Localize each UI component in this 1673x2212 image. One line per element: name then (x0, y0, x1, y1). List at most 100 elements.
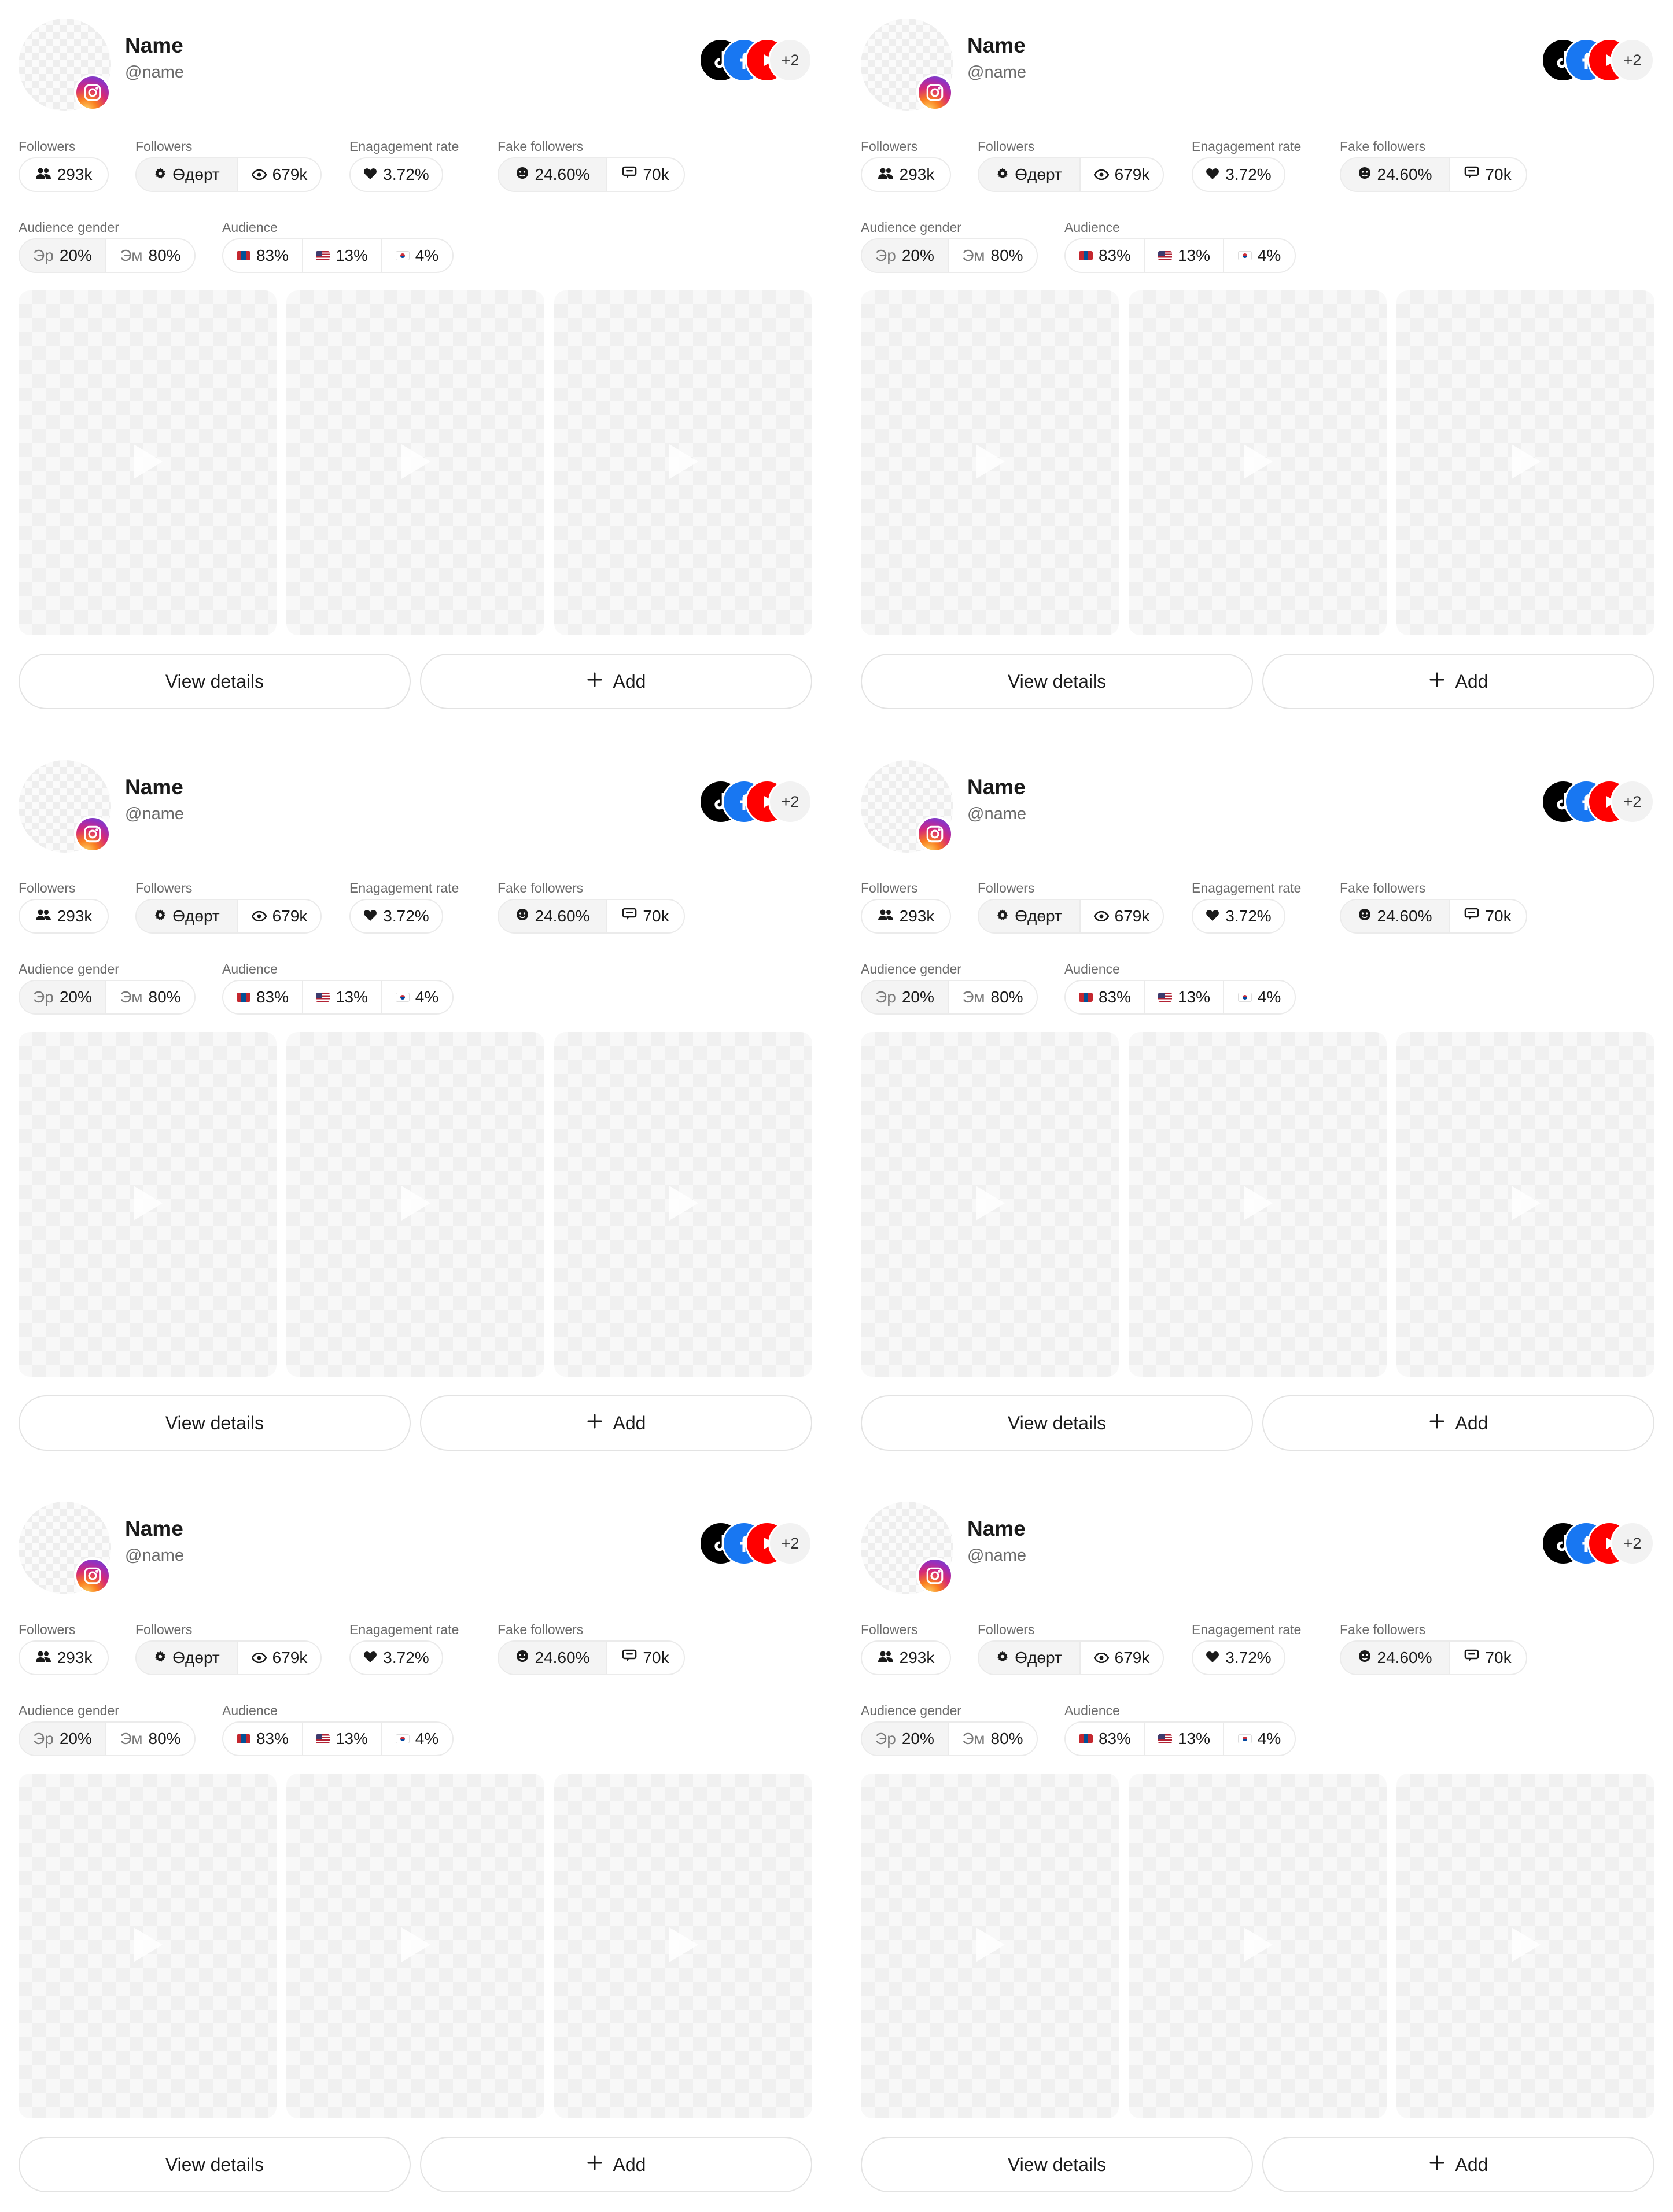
engagement-pill: 3.72% (1192, 157, 1285, 192)
instagram-icon (916, 74, 953, 111)
media-thumbnail[interactable] (1129, 1774, 1387, 2118)
social-platforms[interactable]: +2 (699, 1521, 812, 1565)
more-platforms-badge[interactable]: +2 (1611, 1521, 1654, 1565)
female-stat: Эм 80% (948, 1723, 1037, 1755)
more-platforms-badge[interactable]: +2 (1611, 780, 1654, 824)
media-thumbnail[interactable] (1396, 290, 1654, 635)
male-label: Эр (33, 246, 54, 264)
chat-icon (622, 1649, 637, 1667)
add-button[interactable]: Add (1262, 2137, 1654, 2192)
daily-label: Өдөрт (1015, 165, 1062, 183)
view-details-label: View details (165, 1412, 264, 1433)
views-stat: 679k (237, 1642, 320, 1674)
more-platforms-badge[interactable]: +2 (768, 780, 812, 824)
media-thumbnail[interactable] (1129, 290, 1387, 635)
fake-count-stat: 70k (606, 1642, 684, 1674)
more-platforms-badge[interactable]: +2 (1611, 38, 1654, 82)
usa-flag-icon (1158, 251, 1172, 260)
male-value: 20% (901, 988, 934, 1006)
views-label: Followers (978, 880, 1035, 895)
female-value: 80% (990, 1730, 1023, 1748)
media-thumbnail[interactable] (1129, 1032, 1387, 1377)
media-thumbnail[interactable] (286, 290, 544, 635)
profile-name[interactable]: Name (967, 775, 1026, 799)
audience-pill: 83% 13% 4% (1064, 1721, 1296, 1756)
view-details-button[interactable]: View details (19, 654, 411, 709)
followers-pill: 293k (861, 899, 951, 934)
audience-gender-label: Audience gender (19, 961, 119, 976)
female-value: 80% (990, 988, 1023, 1006)
media-thumbnail[interactable] (861, 1774, 1119, 2118)
fake-count-stat: 70k (606, 900, 684, 932)
media-thumbnail[interactable] (19, 290, 277, 635)
media-thumbnail[interactable] (554, 1032, 812, 1377)
media-thumbnail[interactable] (19, 1032, 277, 1377)
female-label: Эм (120, 1730, 143, 1748)
followers-stat: 293k (862, 1642, 950, 1674)
audience-label: Audience (222, 961, 278, 976)
add-button[interactable]: Add (1262, 1395, 1654, 1451)
media-thumbnail[interactable] (19, 1774, 277, 2118)
views-label: Followers (135, 139, 193, 154)
instagram-icon (74, 816, 111, 853)
audience-label: Audience (1064, 220, 1120, 235)
face-icon (515, 165, 529, 184)
more-platforms-badge[interactable]: +2 (768, 1521, 812, 1565)
media-thumbnail[interactable] (1396, 1032, 1654, 1377)
play-icon (1241, 1926, 1274, 1966)
daily-label: Өдөрт (1015, 1649, 1062, 1667)
engagement-stat: 3.72% (1193, 1642, 1284, 1674)
male-label: Эр (33, 988, 54, 1006)
korea-flag-icon (1237, 993, 1252, 1002)
add-button[interactable]: Add (420, 2137, 812, 2192)
media-thumbnail[interactable] (554, 1774, 812, 2118)
media-thumbnail[interactable] (861, 290, 1119, 635)
audience-mn: 83% (223, 239, 302, 272)
followers-pill: 293k (861, 1640, 951, 1675)
add-button[interactable]: Add (420, 1395, 812, 1451)
social-platforms[interactable]: +2 (1541, 780, 1654, 824)
users-icon (35, 165, 51, 184)
add-button[interactable]: Add (420, 654, 812, 709)
gear-icon (154, 1649, 167, 1667)
audience-us-value: 13% (1177, 988, 1211, 1006)
add-button[interactable]: Add (1262, 654, 1654, 709)
view-details-button[interactable]: View details (861, 654, 1253, 709)
followers-pill: 293k (19, 157, 109, 192)
usa-flag-icon (315, 993, 330, 1002)
view-details-button[interactable]: View details (19, 2137, 411, 2192)
add-label: Add (1455, 1412, 1488, 1433)
play-icon (1509, 1926, 1542, 1966)
social-platforms[interactable]: +2 (1541, 1521, 1654, 1565)
profile-name[interactable]: Name (125, 34, 183, 58)
users-icon (35, 907, 51, 926)
fake-pct-stat: 24.60% (499, 900, 606, 932)
gender-pill: Эр 20% Эм 80% (861, 238, 1038, 273)
profile-name[interactable]: Name (967, 34, 1026, 58)
social-platforms[interactable]: +2 (1541, 38, 1654, 82)
view-details-button[interactable]: View details (19, 1395, 411, 1451)
view-details-button[interactable]: View details (861, 2137, 1253, 2192)
media-thumbnail[interactable] (286, 1774, 544, 2118)
engagement-stat: 3.72% (351, 1642, 442, 1674)
profile-name[interactable]: Name (125, 1517, 183, 1541)
male-stat: Эр 20% (862, 239, 948, 272)
audience-mn-value: 83% (256, 988, 289, 1006)
media-thumbnail[interactable] (861, 1032, 1119, 1377)
more-platforms-badge[interactable]: +2 (768, 38, 812, 82)
korea-flag-icon (395, 251, 410, 260)
media-thumbnail[interactable] (1396, 1774, 1654, 2118)
view-details-button[interactable]: View details (861, 1395, 1253, 1451)
social-platforms[interactable]: +2 (699, 38, 812, 82)
heart-icon (363, 1649, 377, 1667)
profile-name[interactable]: Name (967, 1517, 1026, 1541)
male-stat: Эр 20% (20, 981, 105, 1013)
plus-icon (1429, 671, 1445, 692)
media-thumbnail[interactable] (286, 1032, 544, 1377)
profile-name[interactable]: Name (125, 775, 183, 799)
media-thumbnail[interactable] (554, 290, 812, 635)
followers-pill: 293k (19, 899, 109, 934)
social-platforms[interactable]: +2 (699, 780, 812, 824)
fake-pct-value: 24.60% (1377, 165, 1432, 183)
face-icon (515, 1649, 529, 1667)
